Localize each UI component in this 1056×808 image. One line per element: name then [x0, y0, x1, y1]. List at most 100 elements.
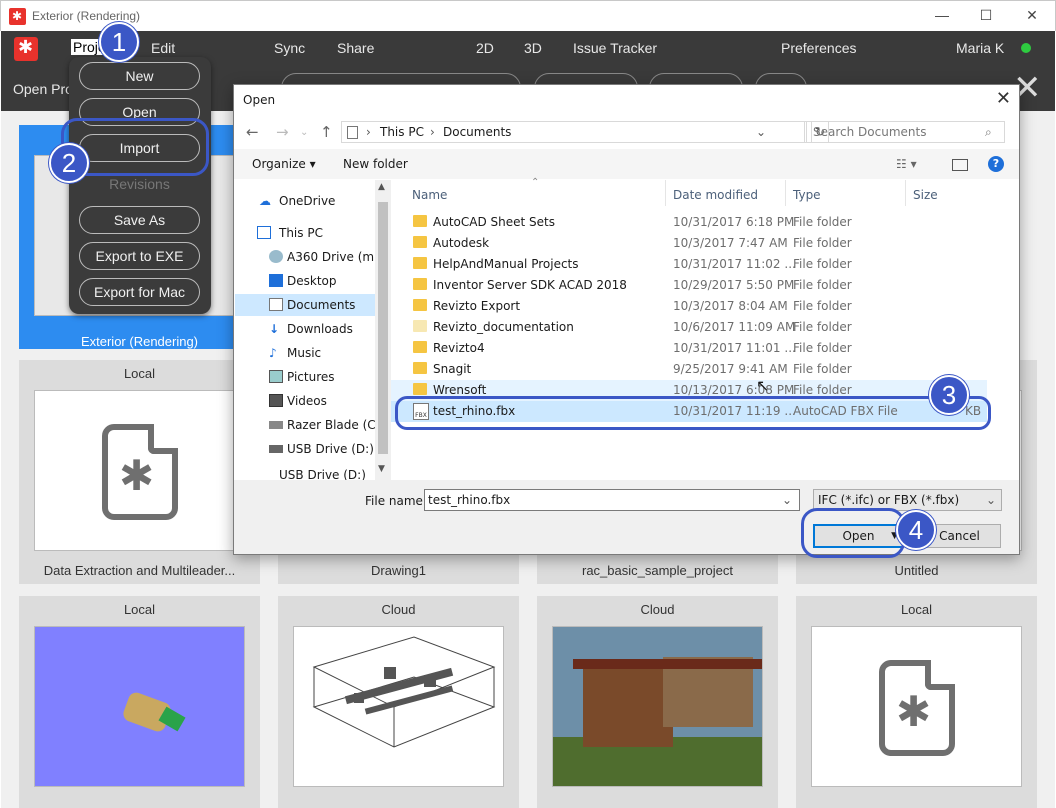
- project-placeholder-icon: [879, 660, 955, 756]
- nav-this-pc[interactable]: This PC: [235, 222, 375, 244]
- mouse-cursor-icon: ↖: [756, 376, 770, 395]
- search-documents-input[interactable]: Search Documents ⌕: [804, 121, 1005, 143]
- project-thumbnail: [811, 626, 1022, 787]
- project-thumbnail: [552, 626, 763, 787]
- column-divider[interactable]: [665, 180, 666, 206]
- step-1-callout: 1: [99, 22, 139, 62]
- project-menu: New Open Import Revisions Save As Export…: [69, 57, 211, 314]
- nav-razer-blade[interactable]: Razer Blade (C:): [235, 414, 375, 436]
- column-size-header[interactable]: Size: [913, 188, 938, 202]
- scrollbar-thumb[interactable]: [378, 202, 388, 454]
- project-card[interactable]: Cloud: [278, 596, 519, 808]
- recent-locations-icon[interactable]: ⌄: [300, 127, 308, 138]
- up-arrow-icon[interactable]: ↑: [320, 123, 333, 141]
- folder-icon: [413, 320, 427, 332]
- project-location: Cloud: [640, 602, 675, 617]
- scroll-down-icon[interactable]: ▼: [378, 464, 385, 474]
- usb-drive-icon: [269, 445, 283, 453]
- breadcrumb-this-pc[interactable]: This PC: [380, 125, 424, 139]
- menu-3d[interactable]: 3D: [524, 40, 542, 56]
- column-type-header[interactable]: Type: [793, 188, 821, 202]
- nav-music[interactable]: ♪ Music: [235, 342, 375, 364]
- documents-icon: [269, 298, 283, 311]
- user-name[interactable]: Maria K: [956, 40, 1004, 56]
- folder-icon: [413, 278, 427, 290]
- revizto-logo-icon: [9, 8, 26, 25]
- nav-desktop[interactable]: Desktop: [235, 270, 375, 292]
- file-row[interactable]: Revizto4 10/31/2017 11:01 ... File folder: [391, 338, 987, 359]
- file-row[interactable]: Revizto_documentation 10/6/2017 11:09 AM F…: [391, 317, 987, 338]
- back-arrow-icon[interactable]: ←: [246, 123, 259, 141]
- nav-usb-drive-2[interactable]: USB Drive (D:): [235, 466, 375, 480]
- project-card[interactable]: Cloud: [537, 596, 778, 808]
- file-row[interactable]: HelpAndManual Projects 10/31/2017 11:02 .…: [391, 254, 987, 275]
- new-folder-button[interactable]: New folder: [343, 157, 408, 171]
- column-name-header[interactable]: Name: [412, 188, 447, 202]
- computer-icon: [257, 226, 271, 239]
- file-row[interactable]: Snagit 9/25/2017 9:41 AM File folder: [391, 359, 987, 380]
- pictures-icon: [269, 370, 283, 383]
- nav-videos[interactable]: Videos: [235, 390, 375, 412]
- project-card[interactable]: Local Data Extraction and Multileader...: [19, 360, 260, 584]
- app-logo-icon[interactable]: [14, 37, 38, 61]
- menu-sync[interactable]: Sync: [274, 40, 305, 56]
- file-row[interactable]: Autodesk 10/3/2017 7:47 AM File folder: [391, 233, 987, 254]
- organize-button[interactable]: Organize ▾: [252, 157, 316, 171]
- nav-downloads[interactable]: ↓ Downloads: [235, 318, 375, 340]
- help-icon[interactable]: ?: [988, 156, 1004, 172]
- nav-pictures[interactable]: Pictures: [235, 366, 375, 388]
- search-icon: ⌕: [985, 125, 992, 139]
- menu-edit[interactable]: Edit: [151, 40, 175, 56]
- minimize-button[interactable]: —: [927, 7, 957, 23]
- folder-icon: [413, 215, 427, 227]
- project-placeholder-icon: [102, 424, 178, 520]
- project-card[interactable]: Local: [19, 596, 260, 808]
- step-2-callout: 2: [49, 143, 89, 183]
- chevron-down-icon[interactable]: ⌄: [782, 493, 792, 507]
- menu-share[interactable]: Share: [337, 40, 374, 56]
- file-row[interactable]: Revizto Export 10/3/2017 8:04 AM File fold…: [391, 296, 987, 317]
- view-options-icon[interactable]: ☷ ▾: [896, 157, 917, 171]
- navigation-pane: ☁OneDrive This PC A360 Drive (m.kc Deskt…: [235, 180, 391, 480]
- nav-onedrive[interactable]: ☁ OneDrive: [235, 190, 375, 212]
- breadcrumb-documents[interactable]: Documents: [443, 125, 511, 139]
- close-window-button[interactable]: ✕: [1017, 7, 1047, 24]
- dialog-close-button[interactable]: ✕: [996, 88, 1011, 109]
- project-location: Local: [900, 602, 933, 617]
- column-date-header[interactable]: Date modified: [673, 188, 758, 202]
- new-project-button[interactable]: New: [79, 62, 200, 90]
- file-name-input[interactable]: test_rhino.fbx ⌄: [424, 489, 800, 511]
- drive-icon: [269, 250, 283, 263]
- folder-icon: [413, 257, 427, 269]
- house-wall: [583, 667, 673, 747]
- address-bar[interactable]: › This PC › Documents ⌄ ↻: [341, 121, 829, 143]
- window-title: Exterior (Rendering): [32, 9, 141, 23]
- project-location: Local: [123, 602, 156, 617]
- nav-a360-drive[interactable]: A360 Drive (m.kc: [235, 246, 375, 268]
- export-to-exe-button[interactable]: Export to EXE: [79, 242, 200, 270]
- videos-icon: [269, 394, 283, 407]
- project-thumbnail: [34, 626, 245, 787]
- forward-arrow-icon[interactable]: →: [276, 123, 289, 141]
- preview-pane-icon[interactable]: [952, 159, 968, 171]
- column-divider[interactable]: [905, 180, 906, 206]
- file-row[interactable]: AutoCAD Sheet Sets 10/31/2017 6:18 PM File…: [391, 212, 987, 233]
- step-4-callout: 4: [896, 510, 936, 550]
- export-for-mac-button[interactable]: Export for Mac: [79, 278, 200, 306]
- menu-preferences[interactable]: Preferences: [781, 40, 856, 56]
- nav-scrollbar[interactable]: ▲ ▼: [375, 180, 391, 480]
- menu-2d[interactable]: 2D: [476, 40, 494, 56]
- menu-issue-tracker[interactable]: Issue Tracker: [573, 40, 657, 56]
- ductwork-model-image: [312, 636, 496, 748]
- nav-documents[interactable]: Documents: [235, 294, 375, 316]
- maximize-button[interactable]: ☐: [971, 7, 1001, 24]
- nav-usb-drive[interactable]: USB Drive (D:): [235, 438, 375, 460]
- chevron-down-icon[interactable]: ⌄: [756, 125, 766, 139]
- column-divider[interactable]: [785, 180, 786, 206]
- file-row[interactable]: Inventor Server SDK ACAD 2018 10/29/2017 …: [391, 275, 987, 296]
- scroll-up-icon[interactable]: ▲: [378, 182, 385, 192]
- documents-folder-icon: [347, 126, 358, 139]
- save-as-button[interactable]: Save As: [79, 206, 200, 234]
- project-name: Drawing1: [371, 563, 426, 578]
- project-card[interactable]: Local: [796, 596, 1037, 808]
